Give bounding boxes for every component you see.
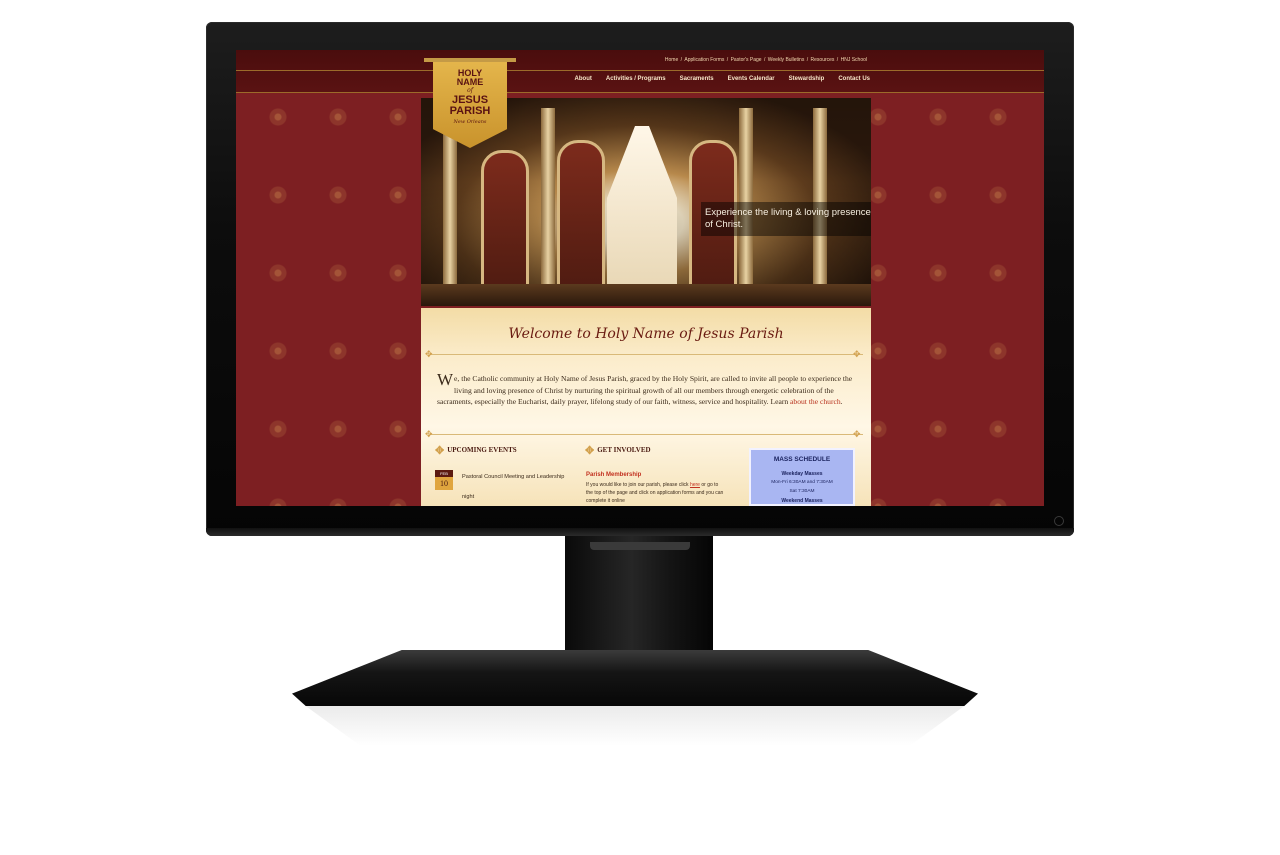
- fleur-icon: ✥: [425, 429, 433, 439]
- hero-altar: [607, 126, 677, 306]
- utility-link-home[interactable]: Home: [665, 57, 678, 63]
- main-nav: About Activities / Programs Sacraments E…: [575, 76, 870, 88]
- event-month: FEB: [435, 470, 453, 477]
- power-button-icon[interactable]: [1054, 516, 1064, 526]
- intro-dropcap: W: [437, 370, 454, 389]
- monitor-stand-clip: [590, 542, 690, 550]
- screen: Home / Application Forms / Pastor's Page…: [236, 50, 1044, 506]
- logo-line-parish: PARISH: [449, 105, 491, 117]
- hero-caption: Experience the living & loving presence …: [701, 202, 871, 236]
- weekday-times: Mon-Fri 6:30AM and 7:30AM: [771, 480, 833, 485]
- fleur-icon: ✥: [435, 445, 445, 457]
- event-title-link[interactable]: Pastoral Council Meeting and Leadership: [462, 473, 580, 481]
- hero-column: [541, 108, 555, 306]
- event-day: 10: [435, 477, 453, 490]
- cross-icon: ✥: [585, 445, 595, 457]
- utility-link-weekly-bulletins[interactable]: Weekly Bulletins: [768, 57, 805, 63]
- monitor-bezel: Home / Application Forms / Pastor's Page…: [206, 22, 1074, 536]
- parish-website: Home / Application Forms / Pastor's Page…: [236, 50, 1044, 506]
- saturday-time: Sat 7:30AM: [789, 489, 815, 494]
- logo-line-name: NAME: [456, 77, 484, 87]
- fleur-icon: ✥: [853, 429, 861, 439]
- parish-membership-text: If you would like to join our parish, pl…: [586, 481, 726, 505]
- stand-reflection: [305, 706, 965, 746]
- mass-schedule-heading: MASS SCHEDULE: [773, 456, 831, 463]
- intro-paragraph: We, the Catholic community at Holy Name …: [437, 370, 855, 408]
- fleur-icon: ✥: [853, 349, 861, 359]
- membership-here-link[interactable]: here: [690, 482, 700, 488]
- mass-schedule-box: MASS SCHEDULE Weekday Masses Mon-Fri 6:3…: [749, 448, 855, 506]
- utility-link-hnj-school[interactable]: HNJ School: [841, 57, 867, 63]
- fleur-icon: ✥: [425, 349, 433, 359]
- logo-banner-rod: [424, 58, 516, 62]
- welcome-panel: Welcome to Holy Name of Jesus Parish ✥ ✥…: [421, 308, 871, 506]
- logo-line-city: New Orleans: [453, 119, 487, 125]
- upcoming-events-label: UPCOMING EVENTS: [447, 446, 517, 455]
- event-date-badge: FEB 10: [435, 470, 453, 490]
- divider: [429, 434, 863, 435]
- intro-end: .: [840, 397, 843, 406]
- utility-link-resources[interactable]: Resources: [811, 57, 835, 63]
- parish-membership-title[interactable]: Parish Membership: [586, 472, 641, 478]
- hero-pews: [421, 284, 871, 306]
- site-header: Home / Application Forms / Pastor's Page…: [236, 50, 1044, 93]
- divider: [429, 354, 863, 355]
- nav-events-calendar[interactable]: Events Calendar: [728, 76, 775, 88]
- utility-link-pastors-page[interactable]: Pastor's Page: [731, 57, 762, 63]
- get-involved-heading: ✥ GET INVOLVED: [585, 444, 651, 457]
- header-divider: [236, 70, 1044, 71]
- hero-arch: [557, 140, 605, 306]
- nav-about[interactable]: About: [575, 76, 592, 88]
- get-involved-label: GET INVOLVED: [597, 446, 651, 455]
- weekend-masses-label: Weekend Masses: [781, 498, 823, 504]
- about-church-link[interactable]: about the church: [790, 397, 841, 406]
- monitor-stand-neck: [565, 536, 713, 662]
- weekday-masses-label: Weekday Masses: [781, 471, 823, 477]
- hero-arch: [481, 150, 529, 306]
- upcoming-events-heading: ✥ UPCOMING EVENTS: [435, 444, 517, 457]
- welcome-title: Welcome to Holy Name of Jesus Parish: [508, 326, 784, 342]
- membership-text-before: If you would like to join our parish, pl…: [586, 482, 690, 488]
- nav-contact-us[interactable]: Contact Us: [838, 76, 870, 88]
- nav-stewardship[interactable]: Stewardship: [789, 76, 825, 88]
- nav-activities-programs[interactable]: Activities / Programs: [606, 76, 666, 88]
- event-title-continued: night: [462, 494, 475, 500]
- utility-link-application-forms[interactable]: Application Forms: [684, 57, 724, 63]
- nav-sacraments[interactable]: Sacraments: [680, 76, 714, 88]
- bezel-bottom-edge: [206, 528, 1074, 536]
- utility-nav: Home / Application Forms / Pastor's Page…: [664, 57, 867, 63]
- monitor-stand-base: [292, 650, 978, 706]
